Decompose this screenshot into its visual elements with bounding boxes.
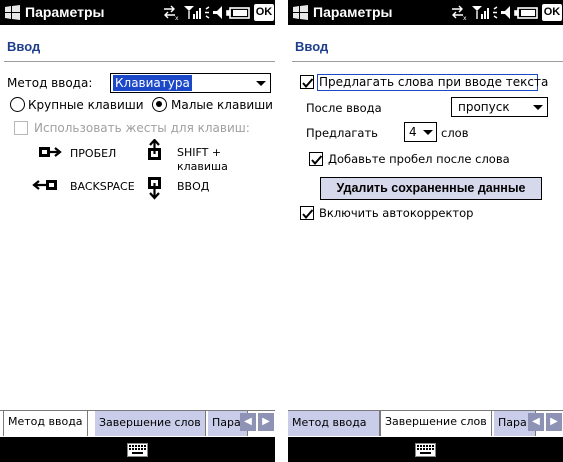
radio-small-keys[interactable] [152,97,167,112]
backspace-gesture-icon [32,180,57,190]
suggest-words-checkbox[interactable] [300,75,314,89]
gestures-label: Использовать жесты для клавиш: [34,121,250,135]
suggest-count-unit: слов [441,126,469,140]
suggest-count-label: Предлагать [306,126,378,140]
chevron-down-icon [423,130,433,135]
after-input-value: пропуск [458,100,510,114]
keyboard-icon[interactable] [415,443,436,457]
input-method-select[interactable]: Клавиатура [110,73,271,93]
tab-word-completion[interactable]: Завершение слов [95,411,206,436]
battery-icon [514,7,538,19]
suggest-count-value: 4 [409,125,417,139]
windows-logo-icon[interactable] [4,4,21,21]
input-method-value: Клавиатура [113,75,192,91]
clear-saved-data-button[interactable]: Удалить сохраненные данные [320,177,542,200]
add-space-label: Добавьте пробел после слова [328,152,510,166]
sync-icon: x [164,5,179,22]
scroll-left-icon[interactable]: ◀ [528,413,544,431]
space-gesture-label: ПРОБЕЛ [70,147,117,160]
battery-icon [226,7,250,19]
page-title: Ввод [295,39,329,54]
backspace-gesture-label: BACKSPACE [70,180,135,193]
page-header: Ввод [288,25,563,63]
enter-gesture-label: ВВОД [177,180,210,193]
soft-key-bar [288,437,563,462]
autocorrect-label: Включить автокорректор [319,206,474,220]
signal-icon [184,6,201,19]
after-input-select[interactable]: пропуск [451,97,548,117]
title-bar: Параметры x OK [0,0,275,25]
radio-large-keys-label: Крупные клавиши [28,98,144,112]
soft-key-bar [0,437,275,462]
volume-icon [205,6,222,19]
radio-large-keys[interactable] [10,97,25,112]
tab-strip: Метод ввода Завершение слов Пара ◀ ▶ [288,410,563,437]
scroll-right-icon[interactable]: ▶ [258,413,274,431]
header-divider [4,61,275,62]
checkmark-icon [302,78,314,89]
status-icons[interactable]: x [160,3,252,22]
enter-gesture-icon [148,177,161,200]
screen-gap [275,0,288,462]
signal-icon [472,6,489,19]
svg-text:x: x [463,15,467,22]
checkmark-icon [302,209,314,220]
svg-text:x: x [175,15,179,22]
sync-icon: x [452,5,467,22]
checkmark-icon [311,155,323,166]
volume-icon [493,6,510,19]
chevron-down-icon [256,81,266,86]
space-gesture-icon [39,147,62,157]
add-space-checkbox[interactable] [309,152,323,166]
keyboard-icon[interactable] [127,443,148,457]
radio-small-keys-label: Малые клавиши [171,98,273,112]
status-icons[interactable]: x [448,3,540,22]
tab-input-method[interactable]: Метод ввода [3,411,88,436]
word-completion-screen: Параметры x OK Ввод Предлагать слова при… [288,0,563,462]
ok-button[interactable]: OK [254,4,274,21]
shift-gesture-label-1: SHIFT + [177,146,222,159]
window-title: Параметры [313,4,393,20]
chevron-down-icon [533,105,543,110]
shift-gesture-label-2: клавиша [177,160,228,173]
input-method-label: Метод ввода: [7,76,93,90]
page-title: Ввод [7,39,41,54]
windows-logo-icon[interactable] [292,4,309,21]
input-method-screen: Параметры x OK Ввод Метод ввода: Клавиат… [0,0,275,462]
tab-input-method[interactable]: Метод ввода [288,411,380,436]
gestures-checkbox[interactable] [14,121,28,135]
after-input-label: После ввода [306,101,382,115]
autocorrect-checkbox[interactable] [300,206,314,220]
scroll-right-icon[interactable]: ▶ [546,413,562,431]
header-divider [292,61,563,62]
scroll-left-icon[interactable]: ◀ [240,413,256,431]
window-title: Параметры [25,4,105,20]
suggest-count-select[interactable]: 4 [404,122,437,142]
ok-button[interactable]: OK [542,4,562,21]
tab-word-completion[interactable]: Завершение слов [380,411,492,436]
suggest-words-label: Предлагать слова при вводе текста [319,75,549,89]
page-header: Ввод [0,25,275,63]
shift-gesture-icon [148,139,161,160]
tab-strip: Метод ввода Завершение слов Пара ◀ ▶ [0,410,275,437]
title-bar: Параметры x OK [288,0,563,25]
